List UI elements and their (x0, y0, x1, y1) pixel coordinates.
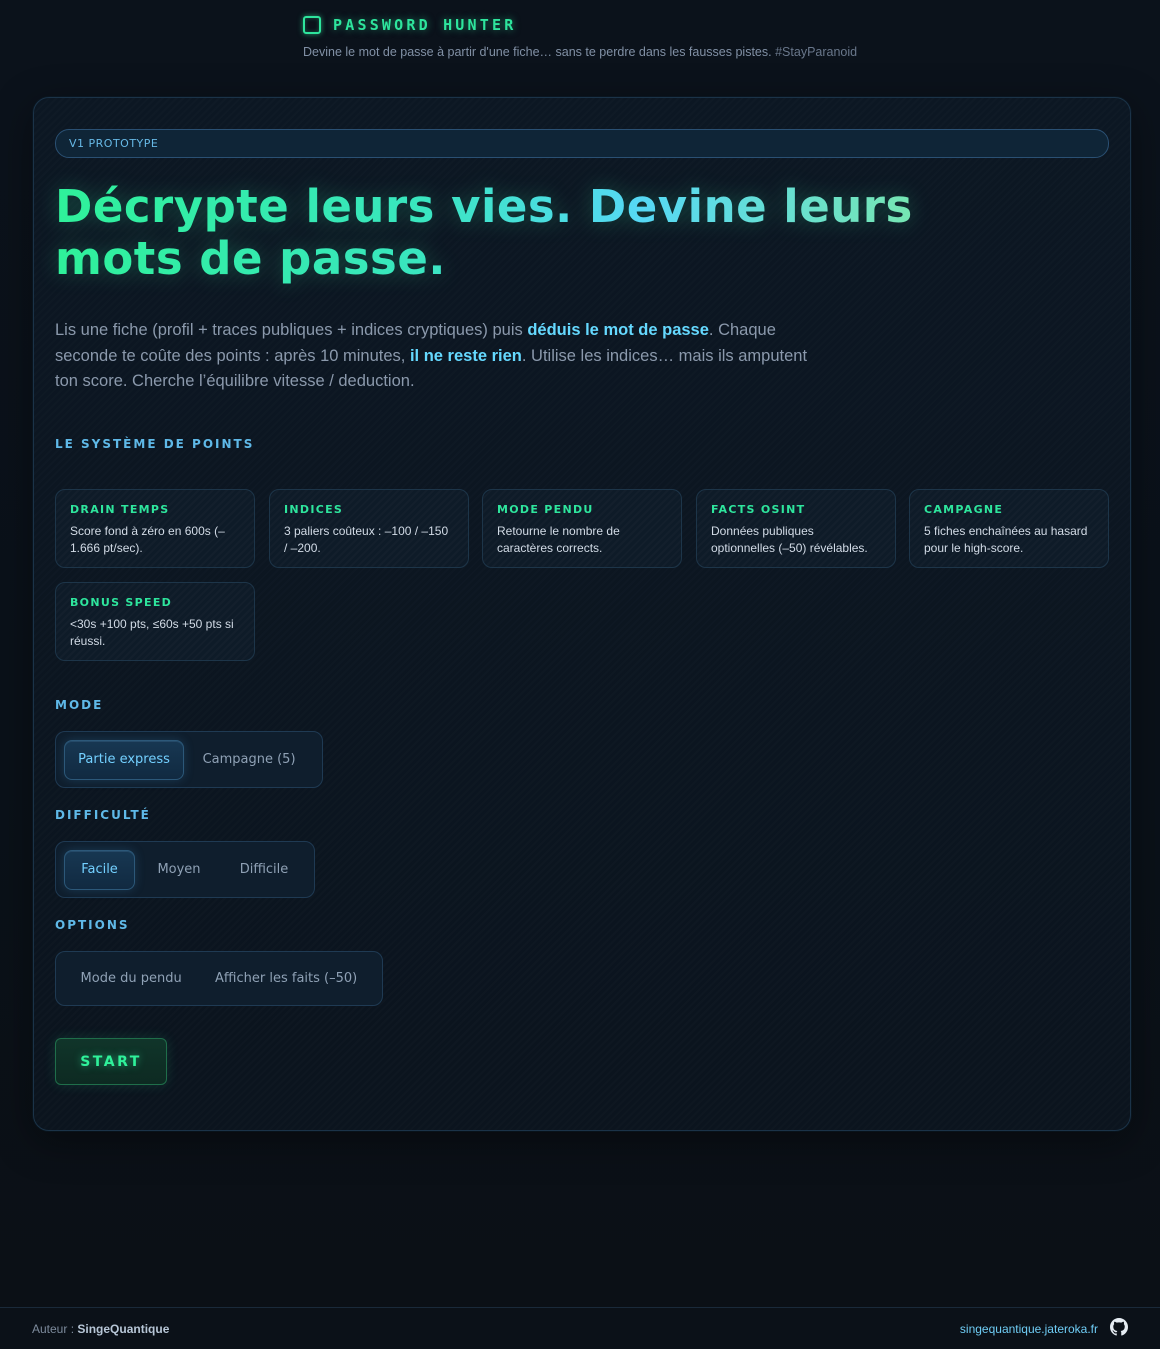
intro-paragraph: Lis une fiche (profil + traces publiques… (55, 318, 825, 395)
github-icon[interactable] (1110, 1318, 1128, 1339)
author-name: SingeQuantique (77, 1321, 170, 1336)
mode-option-campagne[interactable]: Campagne (5) (184, 740, 314, 780)
intro-text-1: Lis une fiche (profil + traces publiques… (55, 321, 528, 339)
footer-links: singequantique.jateroka.fr (960, 1318, 1128, 1339)
tile-desc: 3 paliers coûteux : –100 / –150 / –200. (284, 524, 449, 555)
option-mode-pendu[interactable]: Mode du pendu (64, 959, 198, 999)
footer-author: Auteur : SingeQuantique (32, 1322, 169, 1336)
tile-title: DRAIN TEMPS (70, 503, 170, 516)
tagline: Devine le mot de passe à partir d'une fi… (303, 45, 857, 59)
tile-drain-temps: DRAIN TEMPS Score fond à zéro en 600s (–… (55, 489, 255, 568)
points-section-label: LE SYSTÈME DE POINTS (55, 437, 255, 451)
tile-title: FACTS OSINT (711, 503, 806, 516)
tile-desc: 5 fiches enchaînées au hasard pour le hi… (924, 524, 1088, 555)
terminal-square-icon (303, 16, 321, 34)
tile-indices: INDICES 3 paliers coûteux : –100 / –150 … (269, 489, 469, 568)
hero-line-2: mots de passe. (55, 232, 446, 285)
tagline-hashtag: #StayParanoid (775, 45, 858, 59)
options-selector: Mode du pendu Afficher les faits (–50) (55, 951, 383, 1006)
app-header: PASSWORD HUNTER Devine le mot de passe à… (303, 16, 857, 59)
intro-emphasis-2: il ne reste rien (409, 346, 522, 365)
hero-line-1: Décrypte leurs vies. Devine leurs (55, 180, 913, 233)
author-prefix: Auteur : (32, 1321, 78, 1336)
tile-title: MODE PENDU (497, 503, 594, 516)
difficulty-option-facile[interactable]: Facile (64, 849, 135, 890)
difficulty-selector: Facile Moyen Difficile (55, 841, 315, 898)
brand: PASSWORD HUNTER (303, 16, 857, 34)
tagline-text: Devine le mot de passe à partir d'une fi… (303, 45, 772, 59)
tile-bonus-speed: BONUS SPEED <30s +100 pts, ≤60s +50 pts … (55, 582, 255, 661)
app-title: PASSWORD HUNTER (333, 16, 517, 34)
intro-emphasis-1: déduis le mot de passe (527, 321, 709, 339)
tile-desc: Données publiques optionnelles (–50) rév… (711, 524, 868, 555)
difficulty-option-moyen[interactable]: Moyen (135, 850, 223, 890)
option-afficher-faits[interactable]: Afficher les faits (–50) (198, 959, 374, 999)
tile-facts-osint: FACTS OSINT Données publiques optionnell… (696, 489, 896, 568)
tile-title: INDICES (284, 503, 344, 516)
tile-desc: Score fond à zéro en 600s (–1.666 pt/sec… (70, 524, 225, 555)
mode-option-express[interactable]: Partie express (64, 739, 185, 780)
difficulty-option-difficile[interactable]: Difficile (223, 850, 305, 890)
tile-title: CAMPAGNE (924, 503, 1004, 516)
tile-title: BONUS SPEED (70, 596, 173, 609)
difficulty-label: DIFFICULTÉ (55, 808, 151, 822)
footer: Auteur : SingeQuantique singequantique.j… (0, 1307, 1160, 1349)
tile-desc: <30s +100 pts, ≤60s +50 pts si réussi. (70, 617, 234, 648)
version-badge: V1 PROTOTYPE (55, 129, 1109, 158)
start-button[interactable]: START (55, 1038, 167, 1085)
hero-title: Décrypte leurs vies. Devine leurs mots d… (55, 181, 955, 285)
tile-mode-pendu: MODE PENDU Retourne le nombre de caractè… (482, 489, 682, 568)
site-link[interactable]: singequantique.jateroka.fr (960, 1322, 1098, 1336)
main-card: V1 PROTOTYPE Décrypte leurs vies. Devine… (33, 97, 1131, 1131)
tile-desc: Retourne le nombre de caractères correct… (497, 524, 620, 555)
tile-campagne: CAMPAGNE 5 fiches enchaînées au hasard p… (909, 489, 1109, 568)
mode-selector: Partie express Campagne (5) (55, 731, 323, 788)
mode-label: MODE (55, 698, 104, 712)
options-label: OPTIONS (55, 918, 130, 932)
